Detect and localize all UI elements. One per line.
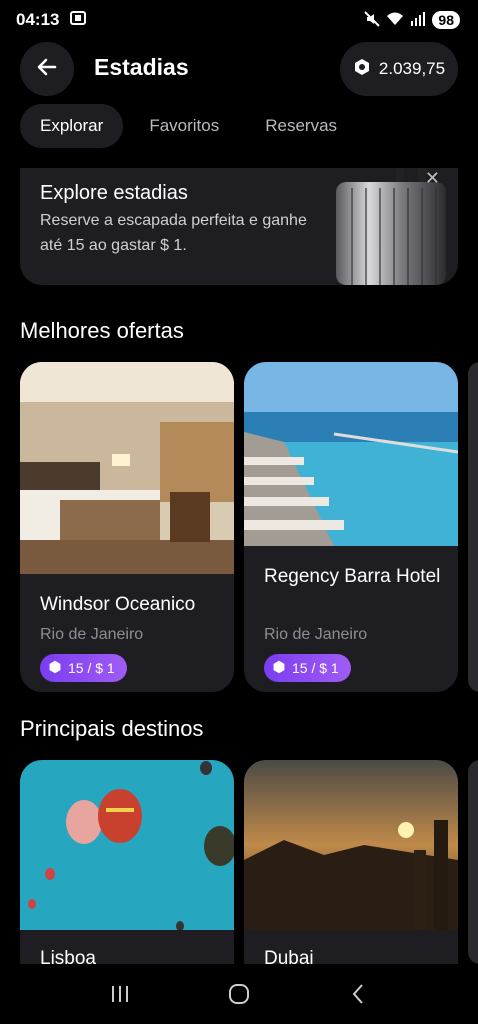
screenshot-icon — [69, 9, 87, 32]
promo-text: Reserve a escapada perfeita e ganhe até … — [40, 212, 307, 254]
tab-reservas[interactable]: Reservas — [245, 104, 357, 148]
next-card-peek[interactable] — [468, 760, 478, 964]
signal-icon — [410, 11, 426, 30]
mute-icon — [364, 10, 381, 30]
status-time: 04:13 — [16, 10, 60, 29]
best-offers-list: Windsor Oceanico Rio de Janeiro 15 / $ 1 — [20, 362, 478, 692]
header: Estadias 2.039,75 — [0, 40, 478, 98]
back-button[interactable] — [20, 42, 74, 96]
tab-explorar[interactable]: Explorar — [20, 104, 124, 148]
balance-value: 2.039,75 — [378, 59, 446, 78]
reward-text: 15 / $ 1 — [68, 660, 115, 676]
status-bar: 04:13 98 — [0, 0, 478, 40]
page-title: Estadias — [94, 54, 189, 80]
hotel-location: Rio de Janeiro — [264, 626, 368, 643]
promo-banner[interactable]: Explore estadias Reserve a escapada perf… — [20, 168, 458, 285]
recent-apps-button[interactable] — [100, 974, 140, 1014]
wifi-icon — [386, 11, 404, 30]
hotel-room-image — [20, 362, 234, 574]
hotel-location: Rio de Janeiro — [40, 626, 144, 643]
hotel-card[interactable]: Windsor Oceanico Rio de Janeiro 15 / $ 1 — [20, 362, 234, 692]
hexagon-coin-icon — [272, 660, 286, 677]
reward-badge: 15 / $ 1 — [40, 654, 127, 682]
arrow-left-icon — [35, 55, 59, 84]
hexagon-coin-icon — [353, 58, 371, 81]
system-nav-bar — [0, 964, 478, 1024]
balance-button[interactable]: 2.039,75 — [340, 42, 458, 96]
promo-title: Explore estadias — [40, 182, 188, 204]
destination-card[interactable]: Lisboa — [20, 760, 234, 964]
destinations-list: Lisboa Dubai — [20, 760, 478, 964]
tab-favoritos[interactable]: Favoritos — [129, 104, 239, 148]
hexagon-coin-icon — [48, 660, 62, 677]
city-sunset-image — [244, 760, 458, 930]
next-card-peek[interactable] — [468, 362, 478, 692]
destination-name: Dubai — [264, 948, 314, 964]
hotel-name: Regency Barra Hotel — [264, 566, 441, 587]
reward-badge: 15 / $ 1 — [264, 654, 351, 682]
hotel-card[interactable]: Regency Barra Hotel Rio de Janeiro 15 / … — [244, 362, 458, 692]
hotel-name: Windsor Oceanico — [40, 594, 196, 615]
home-button[interactable] — [219, 974, 259, 1014]
best-offers-title: Melhores ofertas — [20, 318, 184, 343]
close-icon[interactable]: ✕ — [425, 168, 440, 189]
destination-name: Lisboa — [40, 948, 96, 964]
balloons-image — [20, 760, 234, 930]
battery-indicator: 98 — [432, 11, 460, 29]
tab-bar: Explorar Favoritos Reservas — [20, 104, 357, 148]
destinations-title: Principais destinos — [20, 716, 204, 741]
destination-card[interactable]: Dubai — [244, 760, 458, 964]
reward-text: 15 / $ 1 — [292, 660, 339, 676]
back-nav-button[interactable] — [338, 974, 378, 1014]
hotel-pool-image — [244, 362, 458, 546]
